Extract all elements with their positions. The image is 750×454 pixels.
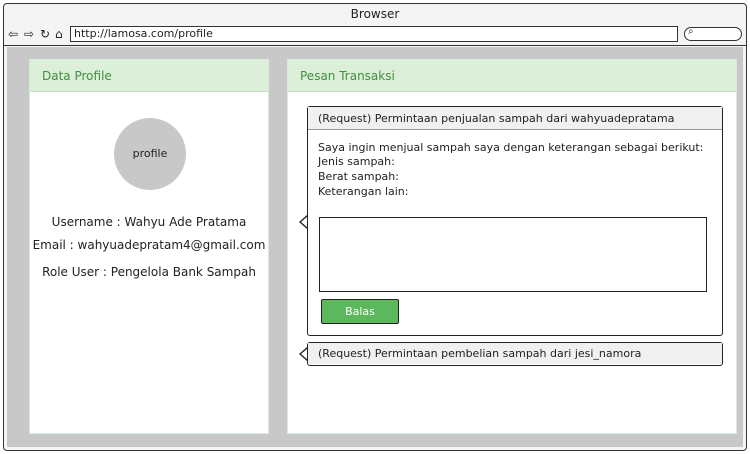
message-card: (Request) Permintaan pembelian sampah da…	[307, 342, 723, 366]
username-text: Username : Wahyu Ade Pratama	[51, 215, 247, 229]
message-title[interactable]: (Request) Permintaan penjualan sampah da…	[308, 107, 722, 130]
reload-icon[interactable]: ↻	[40, 26, 50, 42]
back-arrow-icon[interactable]: ⇦	[8, 26, 18, 42]
avatar: profile	[114, 118, 186, 190]
transactions-panel-title: Pesan Transaksi	[288, 60, 736, 92]
message-pointer	[299, 215, 308, 229]
field-other-notes: Keterangan lain:	[318, 185, 409, 198]
home-icon[interactable]: ⌂	[55, 26, 63, 42]
message-title[interactable]: (Request) Permintaan pembelian sampah da…	[308, 343, 722, 364]
profile-panel-title: Data Profile	[30, 60, 268, 92]
forward-arrow-icon[interactable]: ⇨	[24, 26, 34, 42]
field-waste-weight: Berat sampah:	[318, 170, 399, 183]
window-title: Browser	[350, 7, 400, 21]
message-intro: Saya ingin menjual sampah saya dengan ke…	[318, 141, 704, 154]
email-text: Email : wahyuadepratam4@gmail.com	[32, 238, 266, 252]
message-pointer	[299, 347, 308, 361]
search-icon: ⌕	[688, 26, 694, 37]
role-text: Role User : Pengelola Bank Sampah	[42, 265, 256, 279]
reply-button[interactable]: Balas	[321, 299, 399, 324]
address-bar[interactable]: http://lamosa.com/profile	[70, 26, 678, 42]
page-content: Data Profile profile Username : Wahyu Ad…	[7, 47, 743, 447]
browser-window: Browser ⇦ ⇨ ↻ ⌂ http://lamosa.com/profil…	[3, 3, 747, 451]
browser-toolbar: ⇦ ⇨ ↻ ⌂ http://lamosa.com/profile ⌕	[4, 24, 746, 46]
field-waste-type: Jenis sampah:	[318, 155, 395, 168]
profile-panel: Data Profile profile Username : Wahyu Ad…	[29, 59, 269, 434]
message-card: (Request) Permintaan penjualan sampah da…	[307, 106, 723, 336]
transactions-panel: Pesan Transaksi (Request) Permintaan pen…	[287, 59, 737, 434]
search-input[interactable]: ⌕	[684, 26, 742, 41]
reply-input[interactable]	[319, 217, 707, 292]
